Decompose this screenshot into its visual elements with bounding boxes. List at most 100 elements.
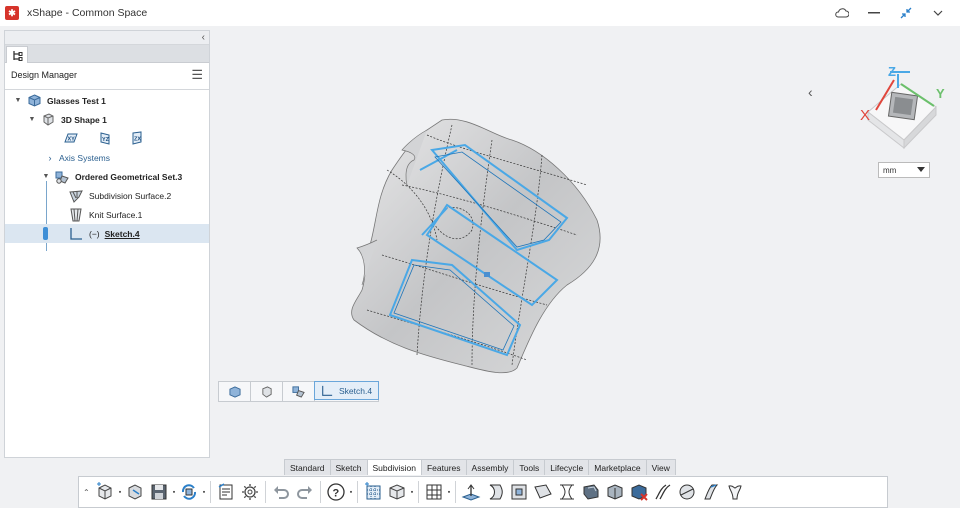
tab-view[interactable]: View bbox=[645, 459, 676, 475]
mirror-icon[interactable] bbox=[699, 479, 723, 505]
plane-zx-icon[interactable]: ZX bbox=[129, 131, 145, 145]
open-icon[interactable] bbox=[123, 479, 147, 505]
tree-item-label: Ordered Geometrical Set.3 bbox=[75, 171, 183, 182]
sphere-icon[interactable] bbox=[675, 479, 699, 505]
divider bbox=[455, 481, 456, 503]
extrude-icon[interactable] bbox=[459, 479, 483, 505]
redo-icon[interactable] bbox=[293, 479, 317, 505]
save-icon[interactable] bbox=[147, 479, 171, 505]
3d-viewport[interactable]: ‹ X Y Z mm Sketch.4 bbox=[212, 30, 960, 458]
tab-marketplace[interactable]: Marketplace bbox=[588, 459, 647, 475]
tree-item-3d-shape[interactable]: ▼ 3D Shape 1 bbox=[5, 110, 209, 129]
tab-features[interactable]: Features bbox=[420, 459, 467, 475]
view-cube-icon[interactable] bbox=[385, 479, 409, 505]
delete-cube-icon[interactable] bbox=[627, 479, 651, 505]
panel-title: Design Manager bbox=[11, 70, 78, 80]
divider bbox=[418, 481, 419, 503]
svg-text:XY: XY bbox=[68, 137, 76, 143]
collapse-arrows-icon[interactable] bbox=[890, 0, 922, 26]
sketch-icon bbox=[322, 385, 333, 396]
geometrical-set-icon[interactable] bbox=[283, 382, 315, 401]
divider bbox=[357, 481, 358, 503]
caret-down-icon bbox=[917, 167, 925, 172]
window-title: xShape - Common Space bbox=[27, 7, 148, 19]
gear-icon[interactable] bbox=[238, 479, 262, 505]
curve-icon[interactable] bbox=[651, 479, 675, 505]
dropdown-caret-icon[interactable]: ▪ bbox=[446, 489, 452, 496]
hamburger-menu-icon[interactable]: ☰ bbox=[191, 68, 203, 82]
design-manager-header: Design Manager ☰ bbox=[5, 65, 209, 87]
tree-item-ordered-geometrical-set[interactable]: ▼ Ordered Geometrical Set.3 bbox=[5, 167, 209, 186]
panel-collapse-bar[interactable]: ‹ bbox=[5, 31, 209, 45]
tab-sketch[interactable]: Sketch bbox=[329, 459, 368, 475]
tree-item-knit-surface[interactable]: Knit Surface.1 bbox=[5, 205, 209, 224]
caret-down-icon[interactable]: ▼ bbox=[41, 173, 51, 180]
svg-text:YZ: YZ bbox=[102, 137, 110, 143]
undo-icon[interactable] bbox=[269, 479, 293, 505]
geometrical-set-icon bbox=[55, 170, 69, 184]
design-manager-panel: ‹ Design Manager ☰ ▼ Glasses Test 1 ▼ 3D… bbox=[4, 30, 210, 458]
svg-text:X: X bbox=[860, 107, 870, 124]
shape-icon bbox=[41, 113, 55, 127]
svg-text:?: ? bbox=[333, 488, 340, 500]
chevron-left-icon[interactable]: ‹ bbox=[808, 84, 813, 100]
tab-tools[interactable]: Tools bbox=[513, 459, 546, 475]
shape-icon[interactable] bbox=[251, 382, 283, 401]
tree-item-subdivision-surface[interactable]: Subdivision Surface.2 bbox=[5, 186, 209, 205]
chevron-left-icon[interactable]: ‹ bbox=[202, 31, 205, 45]
shell-icon[interactable] bbox=[579, 479, 603, 505]
tab-lifecycle[interactable]: Lifecycle bbox=[544, 459, 590, 475]
knit-surface-icon bbox=[69, 208, 83, 222]
cloud-icon[interactable] bbox=[826, 0, 858, 26]
unit-dropdown[interactable]: mm bbox=[878, 162, 930, 178]
product-cube-icon[interactable] bbox=[219, 382, 251, 401]
svg-text:ZX: ZX bbox=[134, 137, 141, 143]
unit-value: mm bbox=[883, 165, 897, 175]
sketch-breadcrumb-button[interactable]: Sketch.4 bbox=[314, 381, 380, 400]
sketch-icon bbox=[69, 227, 83, 241]
tree-item-glasses-test[interactable]: ▼ Glasses Test 1 bbox=[5, 91, 209, 110]
caret-down-icon[interactable]: ▼ bbox=[13, 97, 23, 104]
tab-standard[interactable]: Standard bbox=[284, 459, 331, 475]
tree-item-prefix: (−) bbox=[89, 228, 100, 239]
tree-item-label: Axis Systems bbox=[59, 152, 111, 163]
chevron-right-icon[interactable]: › bbox=[45, 153, 55, 163]
tree-item-label: Knit Surface.1 bbox=[89, 209, 143, 220]
help-icon[interactable]: ? bbox=[324, 479, 348, 505]
dropdown-caret-icon[interactable]: ▪ bbox=[201, 489, 207, 496]
title-bar: ✱ xShape - Common Space bbox=[0, 0, 960, 26]
dropdown-caret-icon[interactable]: ▪ bbox=[348, 489, 354, 496]
tab-assembly[interactable]: Assembly bbox=[465, 459, 515, 475]
app-logo-icon: ✱ bbox=[5, 6, 19, 20]
face-icon[interactable] bbox=[507, 479, 531, 505]
tree-tab[interactable] bbox=[6, 46, 28, 63]
symmetry-icon[interactable] bbox=[723, 479, 747, 505]
solid-icon[interactable] bbox=[603, 479, 627, 505]
mesh-grid-icon[interactable] bbox=[422, 479, 446, 505]
revolve-surface-icon[interactable] bbox=[483, 479, 507, 505]
plane-xy-icon[interactable]: XY bbox=[63, 131, 79, 145]
sketch-label: Sketch.4 bbox=[339, 385, 373, 396]
grid-snap-icon[interactable] bbox=[361, 479, 385, 505]
chevron-down-icon[interactable] bbox=[922, 0, 954, 26]
selection-marker bbox=[43, 227, 48, 240]
view-compass[interactable]: X Y Z bbox=[846, 62, 946, 162]
minimize-button[interactable] bbox=[858, 0, 890, 26]
expand-chevron-icon[interactable]: ⌃ bbox=[83, 488, 93, 497]
bridge-icon[interactable] bbox=[555, 479, 579, 505]
divider bbox=[265, 481, 266, 503]
dropdown-caret-icon[interactable]: ▪ bbox=[409, 489, 415, 496]
tab-subdivision[interactable]: Subdivision bbox=[366, 459, 422, 475]
product-cube-icon bbox=[27, 94, 41, 108]
sync-icon[interactable] bbox=[177, 479, 201, 505]
subdivision-shape-model[interactable] bbox=[342, 110, 622, 380]
panel-tabstrip bbox=[5, 45, 209, 63]
surface-patch-icon[interactable] bbox=[531, 479, 555, 505]
caret-down-icon[interactable]: ▼ bbox=[27, 116, 37, 123]
window-controls bbox=[826, 0, 954, 26]
properties-icon[interactable] bbox=[214, 479, 238, 505]
new-shape-icon[interactable] bbox=[93, 479, 117, 505]
plane-yz-icon[interactable]: YZ bbox=[97, 131, 113, 145]
tree-item-axis-systems[interactable]: › Axis Systems bbox=[5, 148, 209, 167]
tree-item-sketch-selected[interactable]: (−) Sketch.4 bbox=[5, 224, 209, 243]
